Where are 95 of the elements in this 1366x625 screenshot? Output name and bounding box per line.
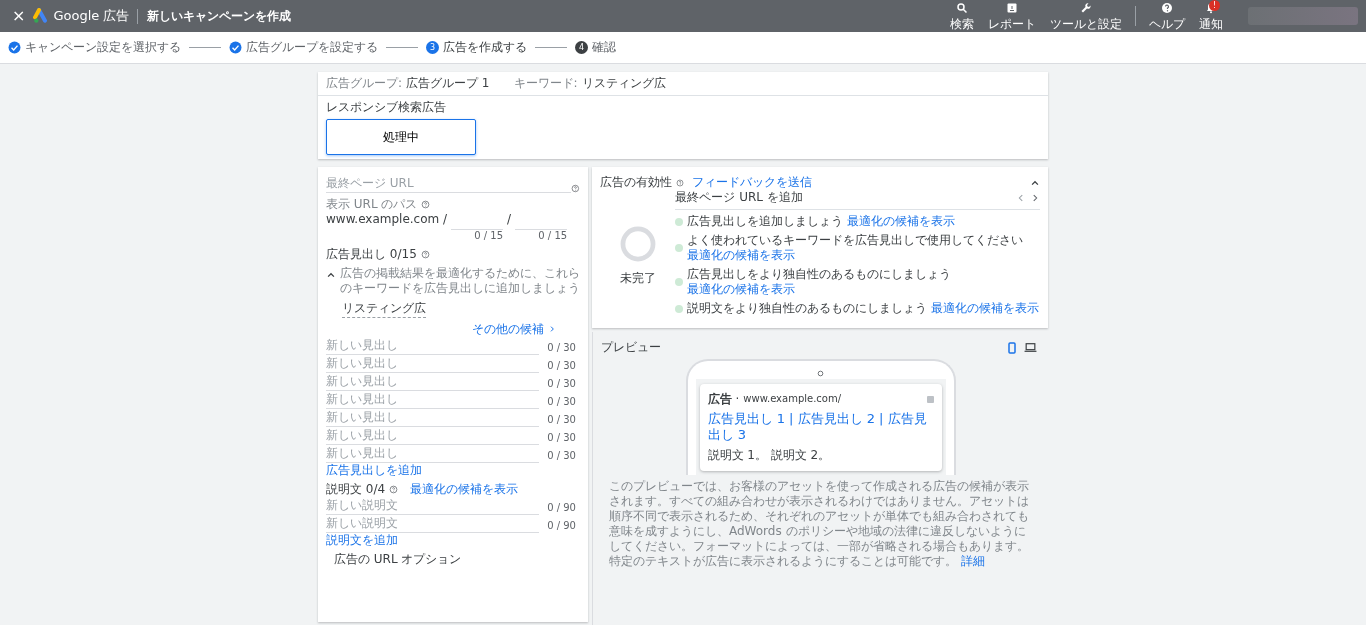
path-separator: / — [507, 212, 512, 227]
search-icon — [956, 2, 968, 14]
character-counter: 0 / 15 — [537, 230, 568, 243]
keyword-chip[interactable]: リスティング広 — [342, 299, 426, 318]
text-field[interactable]: 新しい見出し — [326, 336, 540, 355]
character-counter: 0 / 30 — [547, 396, 576, 409]
character-counter: 0 / 30 — [547, 432, 576, 445]
add-description-link[interactable]: 説明文を追加 — [326, 532, 398, 548]
status-text: 未完了 — [619, 270, 656, 286]
help-icon[interactable] — [421, 200, 431, 209]
section-title: プレビュー — [601, 340, 661, 355]
suggestions-link[interactable]: 最適化の候補を表示 — [847, 214, 956, 229]
tip-text: よく使われているキーワードを広告見出しで使用してください — [687, 233, 1024, 248]
step-label: 確認 — [592, 40, 616, 55]
step-label: キャンペーン設定を選択する — [25, 40, 181, 55]
page-title: 新しいキャンペーンを作成 — [137, 8, 292, 24]
product-name: Google 広告 — [53, 7, 130, 25]
field-label: 表示 URL のパス — [326, 197, 418, 212]
previous-icon[interactable] — [1016, 192, 1026, 203]
details-link[interactable]: 詳細 — [960, 553, 985, 568]
ad-description: 説明文 1。 説明文 2。 — [707, 447, 832, 463]
close-button[interactable]: × — [8, 8, 30, 24]
text-field[interactable]: 新しい見出し — [326, 444, 540, 463]
suggestions-link[interactable]: 最適化の候補を表示 — [410, 481, 519, 497]
help-icon[interactable] — [571, 184, 580, 193]
text-field[interactable]: 新しい説明文 — [326, 496, 540, 515]
field-value: リスティング広 — [581, 76, 666, 91]
check-icon — [229, 41, 242, 54]
step-label: 広告を作成する — [443, 40, 527, 55]
url-domain: www.example.com / — [326, 212, 448, 227]
check-icon — [8, 41, 21, 54]
notifications-button[interactable]: 通知 ! — [1194, 2, 1228, 30]
ad-url: www.example.com/ — [743, 393, 842, 406]
tip-text: 広告見出しをより独自性のあるものにしましょう — [687, 267, 952, 282]
field-label: 広告グループ: — [326, 76, 403, 91]
section-title: 広告見出し 0/15 — [326, 246, 417, 262]
character-counter: 0 / 30 — [547, 360, 576, 373]
wrench-icon — [1080, 2, 1092, 14]
tip-text: 広告見出しを追加しましょう — [687, 214, 844, 229]
field-label: キーワード: — [513, 76, 578, 91]
logo-icon — [33, 8, 50, 24]
help-icon[interactable] — [389, 484, 399, 494]
text-field[interactable]: 新しい見出し — [326, 390, 540, 409]
reports-button[interactable]: レポート — [983, 2, 1041, 30]
ad-headline[interactable]: 広告見出し 1 | 広告見出し 2 | 広告見出し 3 — [707, 411, 934, 444]
text-field[interactable]: 新しい見出し — [326, 426, 540, 445]
add-headline-link[interactable]: 広告見出しを追加 — [326, 462, 422, 478]
status-dot — [675, 304, 684, 313]
suggestions-link[interactable]: 最適化の候補を表示 — [687, 248, 796, 263]
tip-title: 最終ページ URL を追加 — [675, 190, 803, 205]
help-icon[interactable] — [420, 249, 430, 259]
ad-type-card[interactable]: 処理中 — [326, 119, 476, 155]
text-field[interactable]: 新しい見出し — [326, 354, 540, 373]
section-title: 説明文 0/4 — [326, 481, 386, 497]
character-counter: 0 / 30 — [547, 450, 576, 463]
suggestions-link[interactable]: 最適化の候補を表示 — [931, 301, 1040, 316]
character-counter: 0 / 30 — [547, 342, 576, 355]
section-label: レスポンシブ検索広告 — [326, 100, 447, 115]
ad-label: 広告 — [707, 392, 732, 407]
tip-text: 説明文をより独自性のあるものにしましょう — [687, 301, 928, 316]
status-dot — [675, 217, 684, 226]
notification-badge: ! — [1209, 0, 1220, 11]
character-counter: 0 / 90 — [547, 520, 576, 533]
status-dot — [675, 278, 684, 286]
text-field[interactable]: 新しい見出し — [326, 372, 540, 391]
step-label: 広告グループを設定する — [246, 40, 378, 55]
camera-icon — [817, 370, 824, 377]
next-icon[interactable] — [1030, 192, 1040, 203]
text-field[interactable]: 新しい見出し — [326, 408, 540, 427]
help-icon[interactable] — [676, 178, 684, 187]
status-dot — [675, 244, 684, 252]
tools-button[interactable]: ツールと設定 — [1045, 2, 1127, 30]
more-suggestions-link[interactable]: その他の候補 — [472, 321, 544, 337]
laptop-icon — [1024, 341, 1037, 354]
disclaimer-text: このプレビューでは、お客様のアセットを使って作成される広告の候補が表示されます。すべての組み合わせが表示されるわけではありません。アセットは順序不同で表示されるため、それぞれのアセットが単体でも組み合わされても意味を成すようにし、AdWords のポリシーや地域の法律に違反しないようにしてください。フォーマットによっては、一部が省略される場合もあります。特定のテキストが広告に表示されるようにすることは可能です。 詳細 — [608, 478, 1030, 569]
phone-icon — [1006, 341, 1018, 354]
help-button[interactable]: ヘルプ — [1144, 2, 1190, 30]
text-field[interactable]: 新しい説明文 — [326, 514, 540, 533]
feedback-link[interactable]: フィードバックを送信 — [692, 175, 812, 190]
info-icon — [926, 396, 934, 403]
character-counter: 0 / 30 — [547, 414, 576, 427]
search-button[interactable]: 検索 — [945, 2, 979, 30]
character-counter: 0 / 15 — [473, 230, 504, 243]
step-number: 4 — [575, 41, 588, 54]
character-counter: 0 / 30 — [547, 378, 576, 391]
separator-text: · — [735, 392, 740, 407]
url-field[interactable]: 最終ページ URL — [326, 175, 572, 193]
section-title: 広告の有効性 — [600, 175, 672, 190]
ring-gauge — [618, 224, 657, 263]
step-number: 3 — [426, 41, 439, 54]
section-title: 広告の URL オプション — [333, 551, 463, 567]
suggestion-text: 広告の掲載結果を最適化するために、これらのキーワードを広告見出しに追加しましょう — [340, 265, 580, 296]
field-value: 広告グループ 1 — [406, 76, 490, 91]
suggestions-link[interactable]: 最適化の候補を表示 — [687, 282, 796, 297]
character-counter: 0 / 90 — [547, 502, 576, 515]
